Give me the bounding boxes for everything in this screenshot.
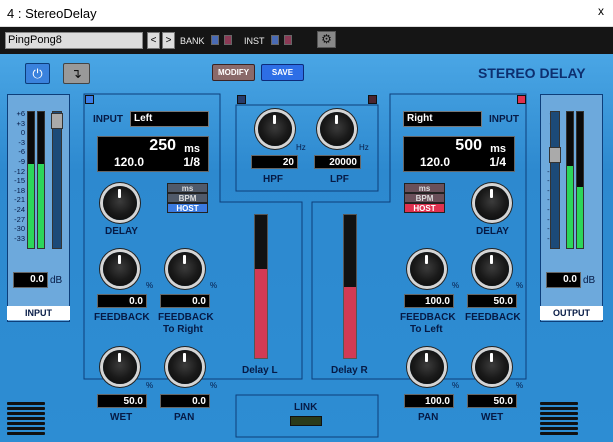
right-mode-ms[interactable]: ms bbox=[404, 183, 445, 193]
left-feedback-pct: % bbox=[146, 281, 154, 290]
left-wet-display[interactable]: 50.0 bbox=[97, 394, 147, 408]
left-mode-ms[interactable]: ms bbox=[167, 183, 208, 193]
next-preset-button[interactable]: > bbox=[162, 32, 175, 49]
left-channel-square[interactable] bbox=[85, 95, 94, 104]
gear-icon[interactable]: ⚙ bbox=[317, 31, 336, 48]
right-mode-selector[interactable]: ms BPM HOST bbox=[404, 183, 445, 213]
left-pan-pct: % bbox=[210, 381, 218, 390]
right-wet-pct: % bbox=[516, 381, 524, 390]
left-bpm-value: 120.0 bbox=[114, 155, 145, 169]
right-mode-bpm[interactable]: BPM bbox=[404, 193, 445, 203]
link-toggle[interactable] bbox=[290, 416, 322, 426]
delay-l-label: Delay L bbox=[242, 365, 278, 376]
hpf-knob[interactable] bbox=[258, 112, 292, 146]
right-feedback-knob[interactable] bbox=[475, 252, 509, 286]
left-mode-bpm[interactable]: BPM bbox=[167, 193, 208, 203]
right-pan-knob[interactable] bbox=[410, 350, 444, 384]
bank-a-square[interactable] bbox=[211, 35, 219, 45]
delay-r-label: Delay R bbox=[331, 365, 368, 376]
hpf-unit: Hz bbox=[296, 143, 306, 152]
right-note-value: 1/4 bbox=[489, 155, 506, 169]
right-channel-select[interactable]: Right bbox=[403, 111, 482, 127]
left-delay-knob[interactable] bbox=[103, 186, 137, 220]
right-feedback-pct: % bbox=[516, 281, 524, 290]
lpf-knob[interactable] bbox=[320, 112, 354, 146]
bank-b-square[interactable] bbox=[224, 35, 232, 45]
inst-b-square[interactable] bbox=[284, 35, 292, 45]
left-feedback-label: FEEDBACK bbox=[94, 312, 150, 323]
left-delay-label: DELAY bbox=[105, 226, 138, 237]
right-time-value: 500 bbox=[455, 137, 482, 154]
right-delay-label: DELAY bbox=[476, 226, 509, 237]
right-wet-display[interactable]: 50.0 bbox=[467, 394, 517, 408]
left-channel-select[interactable]: Left bbox=[130, 111, 209, 127]
left-cross-knob[interactable] bbox=[168, 252, 202, 286]
right-cross-pct: % bbox=[452, 281, 460, 290]
right-cross-label-1: FEEDBACK bbox=[400, 312, 456, 323]
lpf-unit: Hz bbox=[359, 143, 369, 152]
window-title: 4 : StereoDelay bbox=[7, 6, 97, 21]
left-cross-display[interactable]: 0.0 bbox=[160, 294, 210, 308]
right-delay-knob[interactable] bbox=[475, 186, 509, 220]
right-cross-display[interactable]: 100.0 bbox=[404, 294, 454, 308]
plugin-body: ⏻ ↴ MODIFY SAVE STEREO DELAY +6 +3 0 -3 -6 -9… bbox=[0, 54, 613, 442]
right-wet-knob[interactable] bbox=[475, 350, 509, 384]
left-feedback-knob[interactable] bbox=[103, 252, 137, 286]
right-input-label: INPUT bbox=[489, 114, 519, 125]
right-time-unit: ms bbox=[490, 143, 506, 155]
left-cross-label-2: To Right bbox=[163, 324, 203, 335]
close-button[interactable]: x bbox=[598, 4, 604, 18]
right-pan-label: PAN bbox=[418, 412, 439, 423]
lpf-label: LPF bbox=[330, 174, 349, 185]
left-time-unit: ms bbox=[184, 143, 200, 155]
right-time-display[interactable]: 500 ms 120.0 1/4 bbox=[403, 136, 515, 172]
left-wet-knob[interactable] bbox=[103, 350, 137, 384]
right-wet-label: WET bbox=[481, 412, 504, 423]
left-wet-pct: % bbox=[146, 381, 154, 390]
left-time-value: 250 bbox=[149, 137, 176, 154]
left-speaker-grille bbox=[7, 402, 45, 437]
preset-field[interactable]: PingPong8 bbox=[5, 32, 143, 49]
left-cross-pct: % bbox=[210, 281, 218, 290]
left-pan-knob[interactable] bbox=[168, 350, 202, 384]
hpf-display[interactable]: 20 bbox=[251, 155, 298, 169]
right-bpm-value: 120.0 bbox=[420, 155, 451, 169]
right-mode-host[interactable]: HOST bbox=[404, 203, 445, 213]
left-input-label: INPUT bbox=[93, 114, 123, 125]
left-pan-label: PAN bbox=[174, 412, 195, 423]
left-note-value: 1/8 bbox=[183, 155, 200, 169]
left-feedback-display[interactable]: 0.0 bbox=[97, 294, 147, 308]
bank-label: BANK bbox=[180, 36, 205, 46]
left-pan-display[interactable]: 0.0 bbox=[160, 394, 210, 408]
right-cross-knob[interactable] bbox=[410, 252, 444, 286]
inst-a-square[interactable] bbox=[271, 35, 279, 45]
filter-left-square[interactable] bbox=[237, 95, 246, 104]
left-time-display[interactable]: 250 ms 120.0 1/8 bbox=[97, 136, 209, 172]
right-feedback-label: FEEDBACK bbox=[465, 312, 521, 323]
hpf-label: HPF bbox=[263, 174, 283, 185]
left-wet-label: WET bbox=[110, 412, 133, 423]
prev-preset-button[interactable]: < bbox=[147, 32, 160, 49]
filter-right-square[interactable] bbox=[368, 95, 377, 104]
right-speaker-grille bbox=[540, 402, 578, 437]
right-pan-display[interactable]: 100.0 bbox=[404, 394, 454, 408]
delay-l-meter bbox=[254, 214, 268, 359]
left-mode-selector[interactable]: ms BPM HOST bbox=[167, 183, 208, 213]
right-channel-square[interactable] bbox=[517, 95, 526, 104]
right-cross-label-2: To Left bbox=[410, 324, 443, 335]
window-titlebar: 4 : StereoDelay x bbox=[0, 0, 613, 27]
plugin-toolbar: PingPong8 < > BANK INST ⚙ bbox=[0, 27, 613, 54]
right-pan-pct: % bbox=[452, 381, 460, 390]
left-mode-host[interactable]: HOST bbox=[167, 203, 208, 213]
delay-r-meter bbox=[343, 214, 357, 359]
inst-label: INST bbox=[244, 36, 265, 46]
link-label: LINK bbox=[294, 402, 318, 413]
lpf-display[interactable]: 20000 bbox=[314, 155, 361, 169]
left-cross-label-1: FEEDBACK bbox=[158, 312, 214, 323]
right-feedback-display[interactable]: 50.0 bbox=[467, 294, 517, 308]
